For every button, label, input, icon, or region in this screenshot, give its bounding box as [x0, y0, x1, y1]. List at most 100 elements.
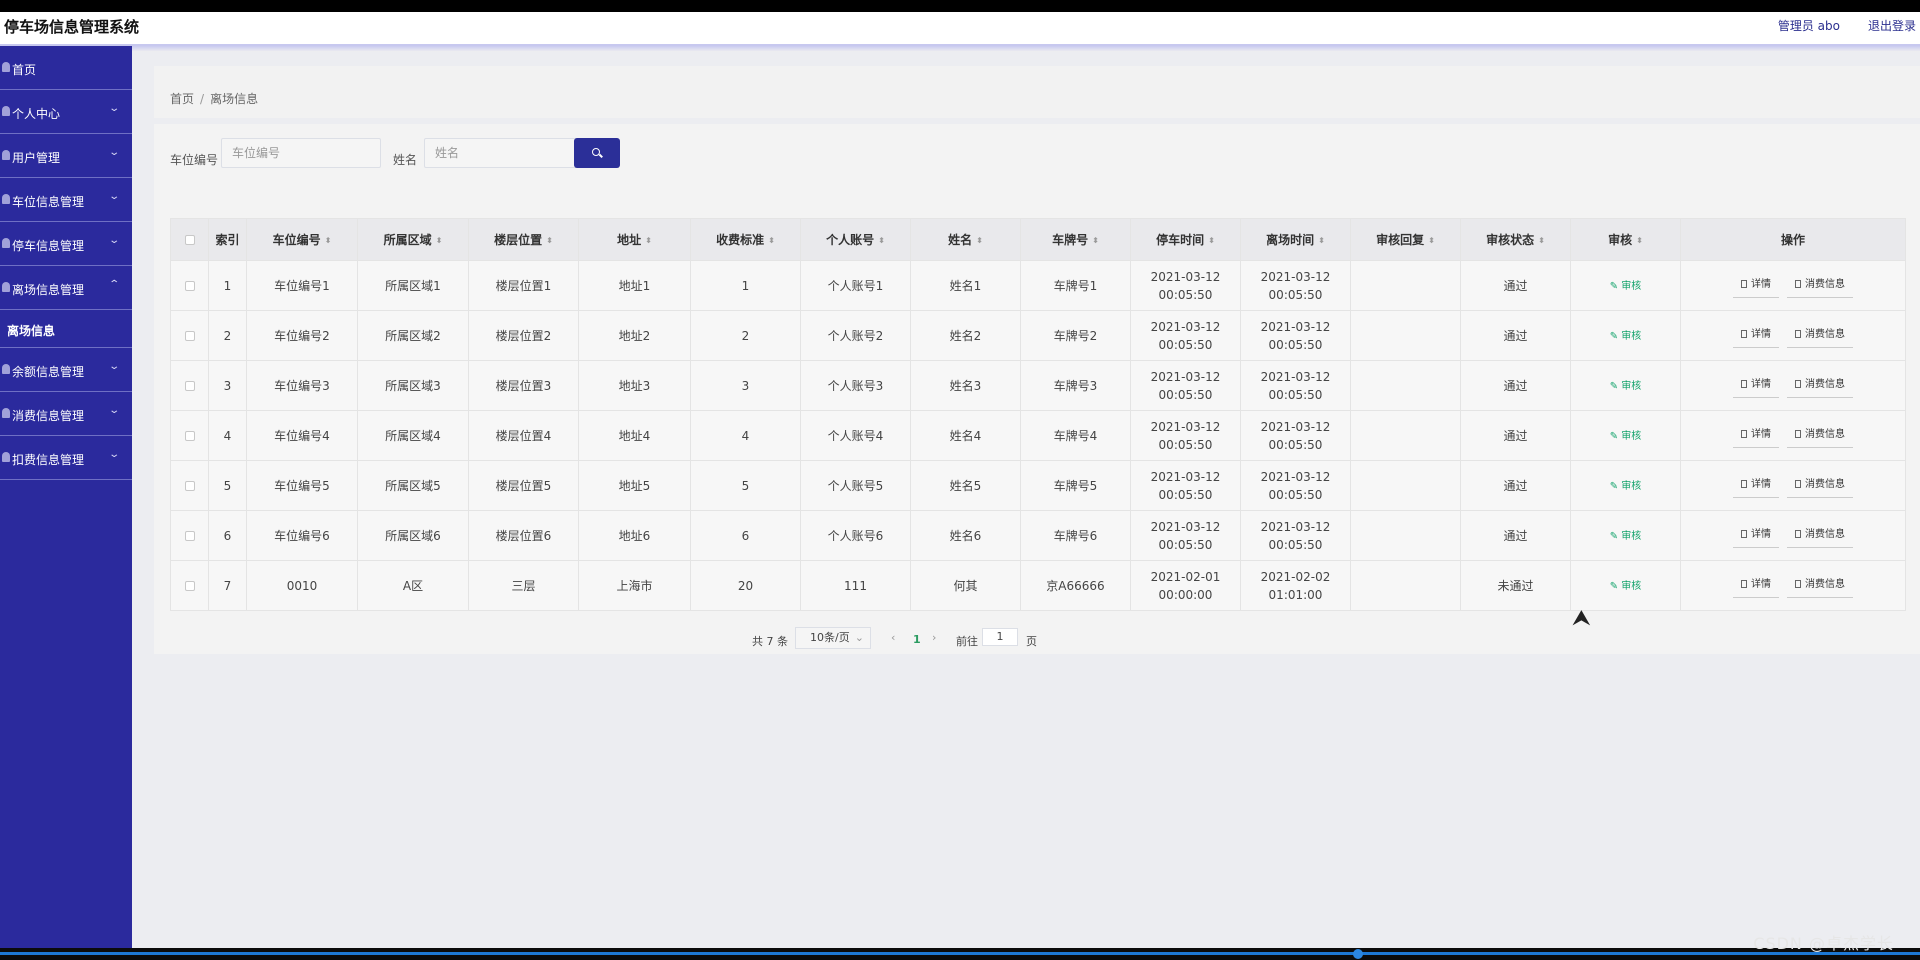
sidebar-item-6[interactable]: 余额信息管理 ⌄: [0, 348, 132, 392]
document-icon: [1741, 480, 1747, 488]
table-cell: 2021-03-12 00:05:50: [1130, 410, 1241, 461]
chevron-icon: ⌃: [107, 279, 120, 290]
sort-icon: ⬍: [1092, 235, 1099, 245]
column-header[interactable]: 姓名 ⬍: [910, 218, 1021, 261]
table-cell: 6: [208, 510, 247, 561]
sidebar-item-4[interactable]: 停车信息管理 ⌄: [0, 222, 132, 266]
current-page[interactable]: 1: [913, 633, 921, 646]
column-header[interactable]: 收费标准 ⬍: [690, 218, 801, 261]
document-icon: [1741, 280, 1747, 288]
search-button[interactable]: [574, 138, 620, 168]
audit-link[interactable]: ✎ 审核: [1610, 331, 1642, 342]
bottom-bar: [0, 948, 1920, 960]
table-cell: 通过: [1460, 460, 1571, 511]
column-header[interactable]: 个人账号 ⬍: [800, 218, 911, 261]
goto-page-input[interactable]: 1: [982, 628, 1018, 646]
audit-cell: ✎ 审核: [1570, 560, 1681, 611]
name-input[interactable]: 姓名: [424, 138, 584, 168]
app-window: 停车场信息管理系统 管理员 abo 退出登录 首页 个人中心 ⌄ 用户管理 ⌄ 车位信息管…: [0, 0, 1920, 960]
sidebar-item-label: 首页: [12, 63, 37, 77]
detail-button[interactable]: 详情: [1733, 323, 1779, 348]
breadcrumb-home[interactable]: 首页: [170, 92, 194, 106]
table-cell: 7: [208, 560, 247, 611]
audit-link[interactable]: ✎ 审核: [1610, 381, 1642, 392]
consume-info-button[interactable]: 消费信息: [1787, 423, 1853, 448]
chevron-down-icon: ⌄: [854, 631, 864, 644]
row-checkbox[interactable]: [184, 581, 195, 591]
sidebar-item-1[interactable]: 个人中心 ⌄: [0, 90, 132, 134]
document-icon: [1795, 380, 1801, 388]
table-header-row: 索引 车位编号 ⬍ 所属区域 ⬍ 楼层位置 ⬍ 地址 ⬍ 收费标准 ⬍ 个人账号 ⬍ 姓名 ⬍ 车牌号 ⬍ 停车时…: [170, 218, 1906, 261]
wallet-icon: [2, 364, 10, 374]
table-cell: 4: [690, 410, 801, 461]
detail-button[interactable]: 详情: [1733, 473, 1779, 498]
column-header[interactable]: 地址 ⬍: [578, 218, 691, 261]
row-checkbox[interactable]: [184, 281, 195, 291]
row-checkbox[interactable]: [184, 331, 195, 341]
breadcrumb-current: 离场信息: [210, 92, 259, 106]
consume-info-button[interactable]: 消费信息: [1787, 323, 1853, 348]
detail-button[interactable]: 详情: [1733, 573, 1779, 598]
consume-info-button[interactable]: 消费信息: [1787, 473, 1853, 498]
detail-button[interactable]: 详情: [1733, 423, 1779, 448]
sidebar-item-3[interactable]: 车位信息管理 ⌄: [0, 178, 132, 222]
column-header[interactable]: 所属区域 ⬍: [357, 218, 469, 261]
detail-button[interactable]: 详情: [1733, 523, 1779, 548]
breadcrumb-bar: 首页 / 离场信息: [154, 66, 1920, 118]
row-checkbox[interactable]: [184, 381, 195, 391]
table-cell: 1: [690, 260, 801, 311]
sidebar-item-5[interactable]: 离场信息管理 ⌃: [0, 266, 132, 310]
audit-link[interactable]: ✎ 审核: [1610, 481, 1642, 492]
table-cell: 20: [690, 560, 801, 611]
detail-button[interactable]: 详情: [1733, 273, 1779, 298]
select-all-checkbox[interactable]: [184, 235, 195, 245]
audit-link[interactable]: ✎ 审核: [1610, 531, 1642, 542]
consume-info-button[interactable]: 消费信息: [1787, 523, 1853, 548]
consume-info-button[interactable]: 消费信息: [1787, 373, 1853, 398]
sidebar-item-2[interactable]: 用户管理 ⌄: [0, 134, 132, 178]
column-header[interactable]: 审核回复 ⬍: [1350, 218, 1461, 261]
space-number-input[interactable]: 车位编号: [221, 138, 381, 168]
audit-link[interactable]: ✎ 审核: [1610, 581, 1642, 592]
column-header[interactable]: 审核状态 ⬍: [1460, 218, 1571, 261]
table-cell: 姓名6: [910, 510, 1021, 561]
consume-info-button[interactable]: 消费信息: [1787, 573, 1853, 598]
row-checkbox[interactable]: [184, 531, 195, 541]
sort-icon: ⬍: [1538, 235, 1545, 245]
deduct-icon: [2, 452, 10, 462]
column-header[interactable]: 停车时间 ⬍: [1130, 218, 1241, 261]
row-checkbox[interactable]: [184, 481, 195, 491]
table-cell: 2021-02-02 01:01:00: [1240, 560, 1351, 611]
table-cell: 通过: [1460, 360, 1571, 411]
chevron-icon: ⌄: [107, 103, 120, 114]
next-page-button[interactable]: ›: [932, 631, 936, 644]
sidebar-item-8[interactable]: 扣费信息管理 ⌄: [0, 436, 132, 480]
content-panel: 车位编号 车位编号 姓名 姓名 索引 车位编号 ⬍ 所属区域 ⬍ 楼层位置 ⬍ 地址 ⬍ 收费标准…: [154, 124, 1920, 654]
logout-link[interactable]: 退出登录: [1868, 17, 1916, 34]
table-cell: 三层: [468, 560, 579, 611]
detail-button[interactable]: 详情: [1733, 373, 1779, 398]
column-header[interactable]: 审核 ⬍: [1570, 218, 1681, 261]
table-cell: 2021-03-12 00:05:50: [1130, 510, 1241, 561]
sidebar-item-7[interactable]: 消费信息管理 ⌄: [0, 392, 132, 436]
row-checkbox[interactable]: [184, 431, 195, 441]
table-cell: 个人账号3: [800, 360, 911, 411]
column-header[interactable]: 楼层位置 ⬍: [468, 218, 579, 261]
progress-dot: [1353, 949, 1363, 959]
page-size-select[interactable]: 10条/页 ⌄: [795, 627, 871, 649]
sidebar-subitem-departure-info[interactable]: 离场信息: [0, 310, 132, 348]
actions-cell: 详情 消费信息: [1680, 560, 1906, 611]
table-cell: 2021-03-12 00:05:50: [1130, 460, 1241, 511]
receipt-icon: [2, 408, 10, 418]
audit-link[interactable]: ✎ 审核: [1610, 431, 1642, 442]
sidebar-item-0[interactable]: 首页: [0, 46, 132, 90]
column-header[interactable]: 车位编号 ⬍: [246, 218, 358, 261]
prev-page-button[interactable]: ‹: [891, 631, 895, 644]
consume-info-button[interactable]: 消费信息: [1787, 273, 1853, 298]
row-select-cell: [170, 560, 209, 611]
column-header[interactable]: 离场时间 ⬍: [1240, 218, 1351, 261]
pagination-total: 共 7 条: [752, 635, 788, 648]
column-header[interactable]: 车牌号 ⬍: [1020, 218, 1131, 261]
table-cell: 车位编号2: [246, 310, 358, 361]
audit-link[interactable]: ✎ 审核: [1610, 281, 1642, 292]
